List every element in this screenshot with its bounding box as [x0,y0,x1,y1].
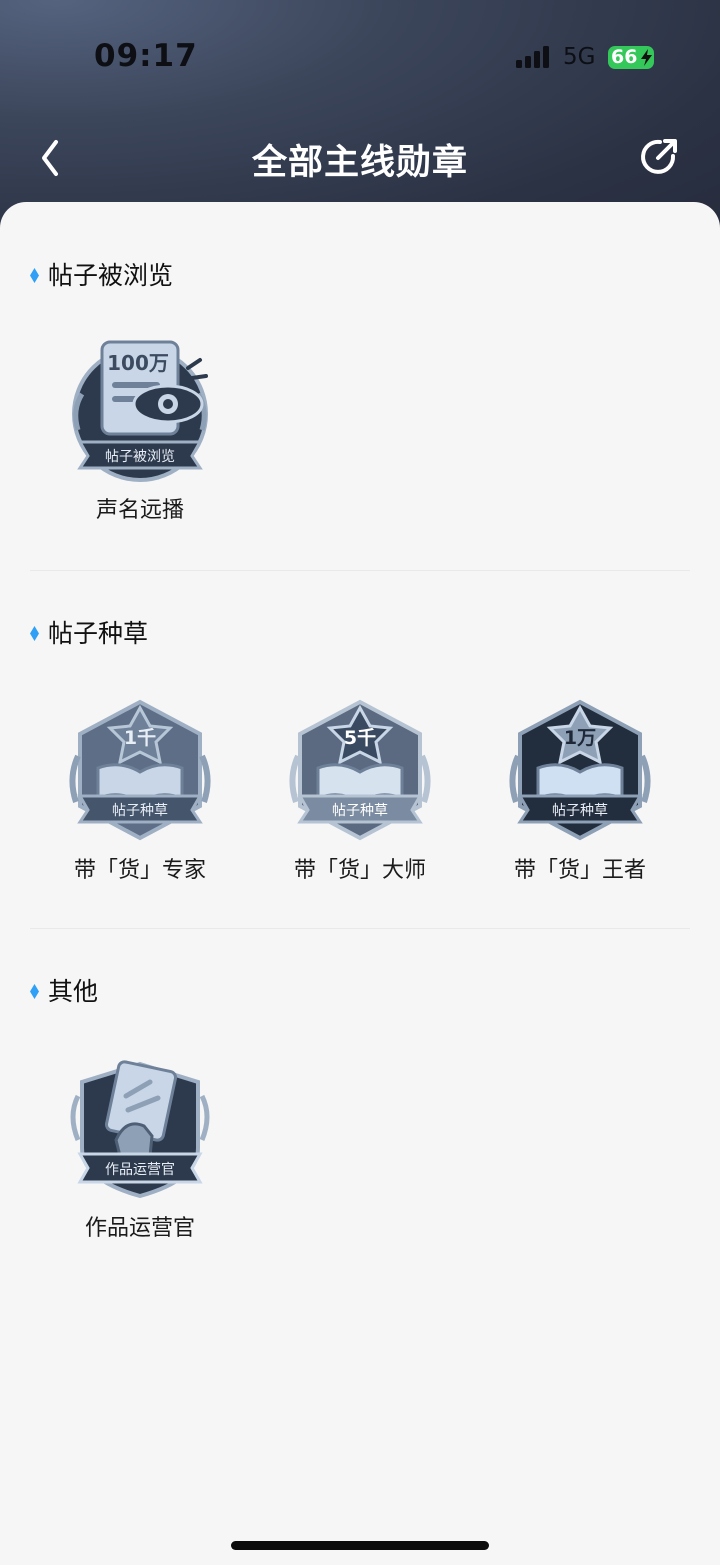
badge-icon-text: 1千 [124,727,156,749]
status-bar: 09:17 5G 66 [0,0,720,110]
eye-document-badge-icon: 100万 帖子被浏览 [72,340,208,482]
star-book-badge-icon: 1万 帖子种草 [509,699,651,841]
battery-icon: 66 [608,46,654,69]
section-divider [30,928,690,929]
section-title: 帖子被浏览 [48,261,174,290]
badge-item[interactable]: 5千 帖子种草 带「货」大师 [280,698,440,884]
badge-icon-text: 5千 [344,727,376,749]
badge-icon-text: 1万 [564,727,596,749]
badge-name: 作品运营官 [84,1216,195,1241]
badge-ribbon-text: 帖子种草 [332,803,388,819]
diamond-marker-icon [30,626,39,641]
nav-bar: 全部主线勋章 [0,118,720,198]
badge-item[interactable]: 1千 帖子种草 带「货」专家 [60,698,220,884]
status-time: 09:17 [94,38,198,74]
diamond-marker-icon [30,268,39,283]
battery-level: 66 [611,46,638,68]
badge-ribbon-text: 帖子种草 [112,803,168,819]
section-title: 其他 [48,977,99,1006]
badge-ribbon-text: 作品运营官 [105,1162,175,1178]
badge-ribbon-text: 帖子种草 [552,803,608,819]
section-title: 帖子种草 [48,619,149,648]
badge-item[interactable]: 1万 帖子种草 带「货」王者 [500,698,660,884]
badge-ribbon-text: 帖子被浏览 [105,449,175,465]
badge-icon-text: 100万 [107,351,169,375]
home-indicator[interactable] [231,1541,489,1550]
page-title: 全部主线勋章 [251,143,468,183]
badge-name: 声名远播 [95,498,184,523]
star-book-badge-icon: 5千 帖子种草 [289,699,431,841]
badge-item[interactable]: 作品运营官 作品运营官 [60,1056,220,1242]
network-type: 5G [563,44,596,70]
charging-bolt-icon [641,49,652,66]
badge-name: 带「货」大师 [293,858,426,883]
content-sheet: 帖子被浏览 100万 帖子被浏览 声名远播 帖子种草 1千 帖子种草 带「货」专… [0,202,720,1565]
badge-item[interactable]: 100万 帖子被浏览 声名远播 [60,338,220,524]
signal-icon [516,46,549,68]
star-book-badge-icon: 1千 帖子种草 [69,699,211,841]
section-divider [30,570,690,571]
card-hand-badge-icon: 作品运营官 [70,1060,210,1199]
diamond-marker-icon [30,984,39,999]
share-icon[interactable] [636,134,682,180]
badge-name: 带「货」专家 [73,858,206,883]
badge-name: 带「货」王者 [513,858,646,883]
